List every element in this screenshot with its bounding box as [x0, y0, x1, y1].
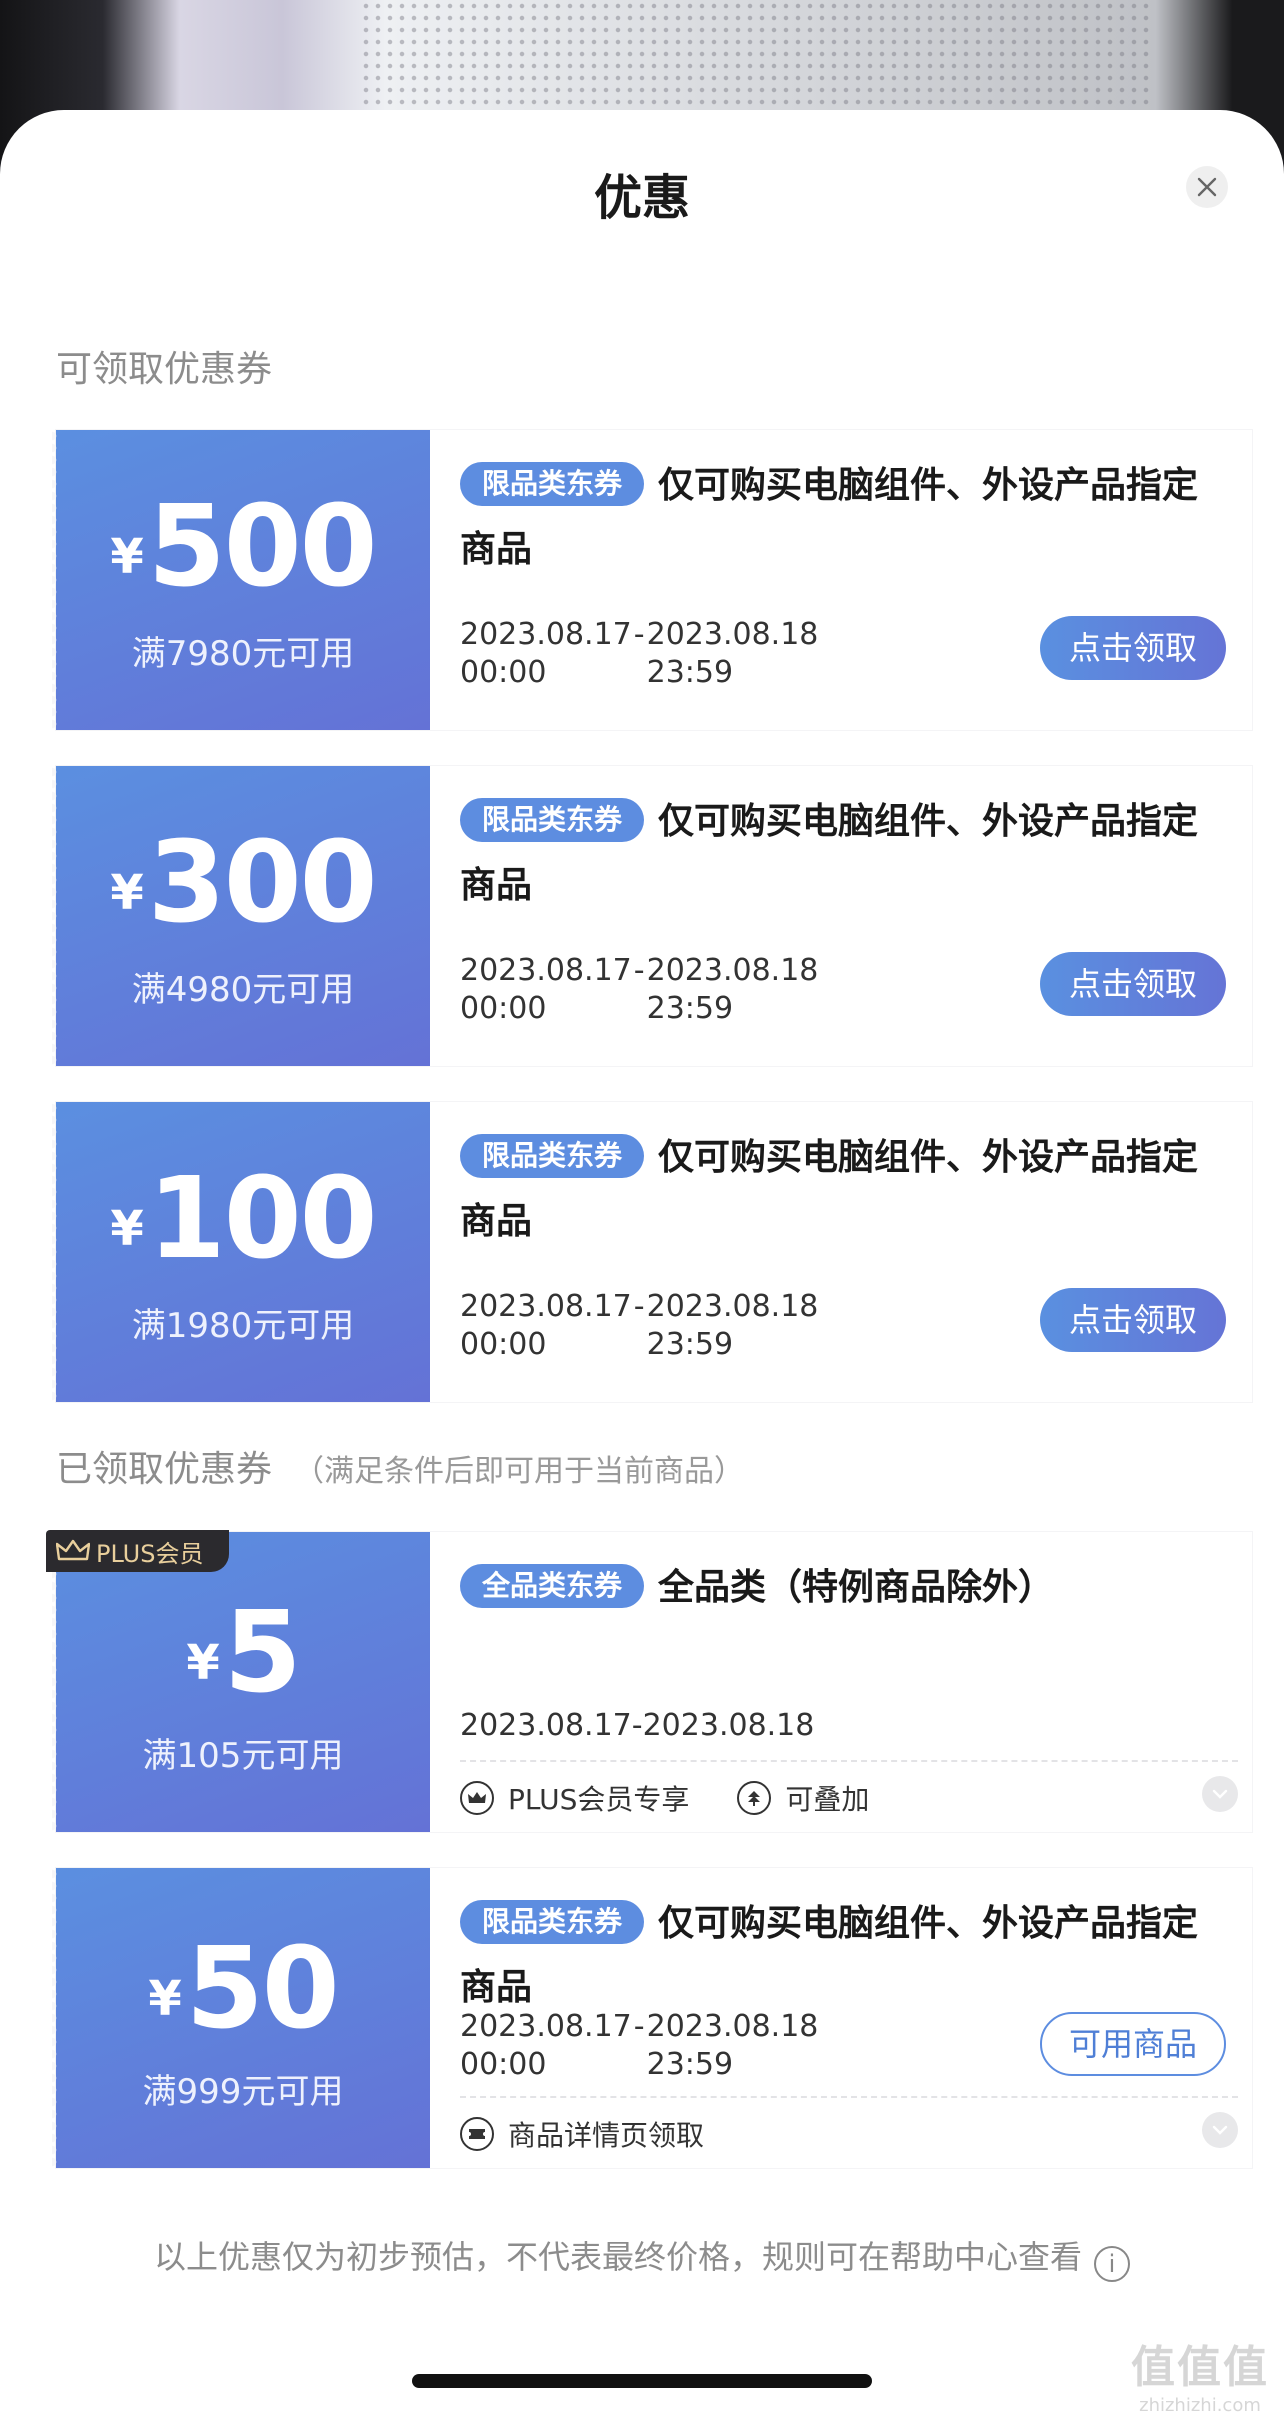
coupon-tag: 全品类东券 [460, 1564, 645, 1608]
coupon-amount: ¥5 [186, 1588, 301, 1718]
chevron-down-icon [1212, 1789, 1228, 1799]
coupon-tag: 限品类东券 [460, 1134, 645, 1178]
coupon-validity: 2023.08.17-2023.08.18 [460, 1708, 815, 1743]
coupon-threshold: 满4980元可用 [131, 970, 355, 1010]
coupon-amount: ¥300 [110, 818, 377, 948]
divider [460, 1760, 1238, 1762]
close-button[interactable] [1186, 166, 1228, 208]
coupon-threshold: 满1980元可用 [131, 1306, 355, 1346]
feature-detail-page-claim: 商品详情页领取 [460, 2114, 704, 2154]
coupon-validity: 2023.08.17 00:00 - 2023.08.18 23:59 [460, 953, 819, 1026]
expand-details-button[interactable] [1202, 2112, 1238, 2148]
coupon-description: 全品类东券 全品类（特例商品除外） [460, 1556, 1222, 1620]
coupon-description: 限品类东券 仅可购买电脑组件、外设产品指定商品 [460, 1126, 1222, 1254]
coupon-tag: 限品类东券 [460, 462, 645, 506]
coupon-amount: ¥50 [148, 1924, 339, 2054]
coupon-tag: 限品类东券 [460, 1900, 645, 1944]
coupon-description: 限品类东券 仅可购买电脑组件、外设产品指定商品 [460, 454, 1222, 582]
site-watermark: 值值值 zhizhizhi.com [1131, 2342, 1269, 2416]
ticket-icon [460, 2117, 494, 2151]
coupon-card: ¥50 满999元可用 限品类东券 仅可购买电脑组件、外设产品指定商品 2023.… [52, 1868, 1252, 2168]
coupon-features: PLUS会员专享 可叠加 [460, 1778, 1222, 1818]
plus-member-badge: PLUS会员 [46, 1530, 230, 1572]
coupon-value-panel: PLUS会员 ¥5 满105元可用 [46, 1530, 430, 1832]
coupon-value-panel: ¥100 满1980元可用 [52, 1102, 430, 1402]
coupon-description: 限品类东券 仅可购买电脑组件、外设产品指定商品 [460, 790, 1222, 918]
coupon-features: 商品详情页领取 [460, 2114, 1222, 2154]
coupon-value-panel: ¥300 满4980元可用 [52, 766, 430, 1066]
coupon-threshold: 满999元可用 [142, 2072, 344, 2112]
available-products-button[interactable]: 可用商品 [1040, 2012, 1226, 2076]
coupon-value-panel: ¥50 满999元可用 [52, 1868, 430, 2168]
stack-icon [737, 1781, 772, 1815]
sheet-title: 优惠 [593, 170, 690, 226]
coupon-card: ¥500 满7980元可用 限品类东券 仅可购买电脑组件、外设产品指定商品 202… [52, 430, 1252, 730]
coupon-threshold: 满7980元可用 [131, 634, 355, 674]
crown-icon [460, 1781, 494, 1815]
claimed-coupons-title: 已领取优惠券 （满足条件后即可用于当前商品） [56, 1449, 745, 1490]
coupon-tag: 限品类东券 [460, 798, 645, 842]
coupon-validity: 2023.08.17 00:00 - 2023.08.18 23:59 [460, 617, 819, 690]
divider [460, 2096, 1238, 2098]
info-icon[interactable]: i [1094, 2246, 1130, 2282]
coupon-amount: ¥500 [110, 482, 377, 612]
coupon-validity: 2023.08.17 00:00 - 2023.08.18 23:59 [460, 1289, 819, 1362]
coupon-amount: ¥100 [110, 1154, 377, 1284]
claim-coupon-button[interactable]: 点击领取 [1040, 1288, 1226, 1352]
feature-stackable: 可叠加 [737, 1778, 869, 1818]
coupon-value-panel: ¥500 满7980元可用 [52, 430, 430, 730]
coupon-threshold: 满105元可用 [142, 1736, 344, 1776]
chevron-down-icon [1212, 2125, 1228, 2135]
claim-coupon-button[interactable]: 点击领取 [1040, 616, 1226, 680]
close-icon [1197, 177, 1217, 197]
coupon-bottom-sheet: 优惠 可领取优惠券 ¥500 满7980元可用 限品类东券 仅可购买电脑组件、外设… [0, 110, 1284, 2417]
coupon-card: ¥100 满1980元可用 限品类东券 仅可购买电脑组件、外设产品指定商品 202… [52, 1102, 1252, 1402]
product-photo-mesh [360, 0, 1150, 110]
expand-details-button[interactable] [1202, 1776, 1238, 1812]
claim-coupon-button[interactable]: 点击领取 [1040, 952, 1226, 1016]
feature-plus-exclusive: PLUS会员专享 [460, 1778, 689, 1818]
claimed-coupons-subtitle: （满足条件后即可用于当前商品） [294, 1454, 745, 1489]
home-indicator[interactable] [412, 2374, 872, 2388]
coupon-card: ¥300 满4980元可用 限品类东券 仅可购买电脑组件、外设产品指定商品 202… [52, 766, 1252, 1066]
coupon-description: 限品类东券 仅可购买电脑组件、外设产品指定商品 [460, 1892, 1222, 2020]
coupon-card: PLUS会员 ¥5 满105元可用 全品类东券 全品类（特例商品除外） 2023.… [46, 1530, 1252, 1832]
crown-icon [56, 1539, 90, 1561]
available-coupons-title: 可领取优惠券 [56, 349, 273, 390]
coupon-validity: 2023.08.17 00:00 - 2023.08.18 23:59 [460, 2009, 819, 2082]
footer-disclaimer: 以上优惠仅为初步预估，不代表最终价格，规则可在帮助中心查看 i [0, 2232, 1284, 2282]
